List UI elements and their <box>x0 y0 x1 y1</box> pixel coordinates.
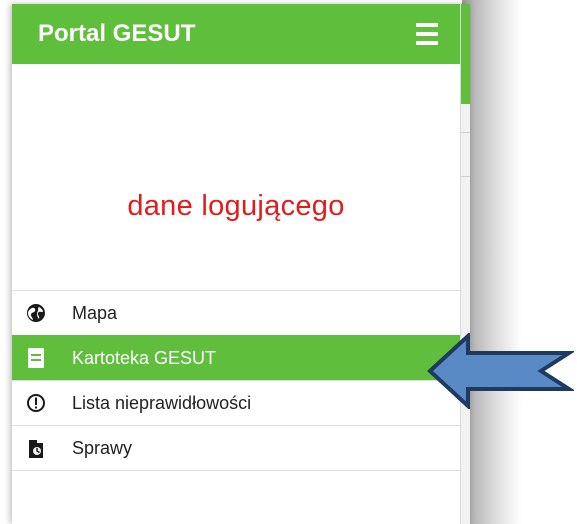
app-window: Portal GESUT dane logującego Mapa Kartot… <box>12 4 470 524</box>
document-icon <box>25 347 47 369</box>
sidebar-nav: Mapa Kartoteka GESUT Lista nieprawidłowo… <box>12 290 460 471</box>
sidebar-item-lista-nieprawidlowosci[interactable]: Lista nieprawidłowości <box>12 380 460 425</box>
sidebar-item-label: Lista nieprawidłowości <box>72 392 252 413</box>
hamburger-icon[interactable] <box>416 19 448 49</box>
screenshot-shadow <box>462 0 522 524</box>
globe-icon <box>25 302 47 324</box>
sidebar: Portal GESUT dane logującego Mapa Kartot… <box>12 4 461 524</box>
left-arrow-icon <box>427 333 574 409</box>
user-login-label: dane logującego <box>127 190 345 222</box>
user-info-box: dane logującego <box>12 64 460 270</box>
sidebar-item-kartoteka-gesut[interactable]: Kartoteka GESUT <box>12 335 460 380</box>
sidebar-item-label: Mapa <box>72 302 118 323</box>
content-edge <box>460 4 470 524</box>
sidebar-item-label: Sprawy <box>72 437 133 458</box>
header-bar: Portal GESUT <box>12 4 460 64</box>
exclamation-circle-icon <box>25 392 47 414</box>
sidebar-item-label: Kartoteka GESUT <box>72 347 217 368</box>
app-title: Portal GESUT <box>38 20 196 47</box>
case-folder-icon <box>25 437 47 459</box>
sidebar-item-mapa[interactable]: Mapa <box>12 290 460 335</box>
sidebar-item-sprawy[interactable]: Sprawy <box>12 425 460 471</box>
